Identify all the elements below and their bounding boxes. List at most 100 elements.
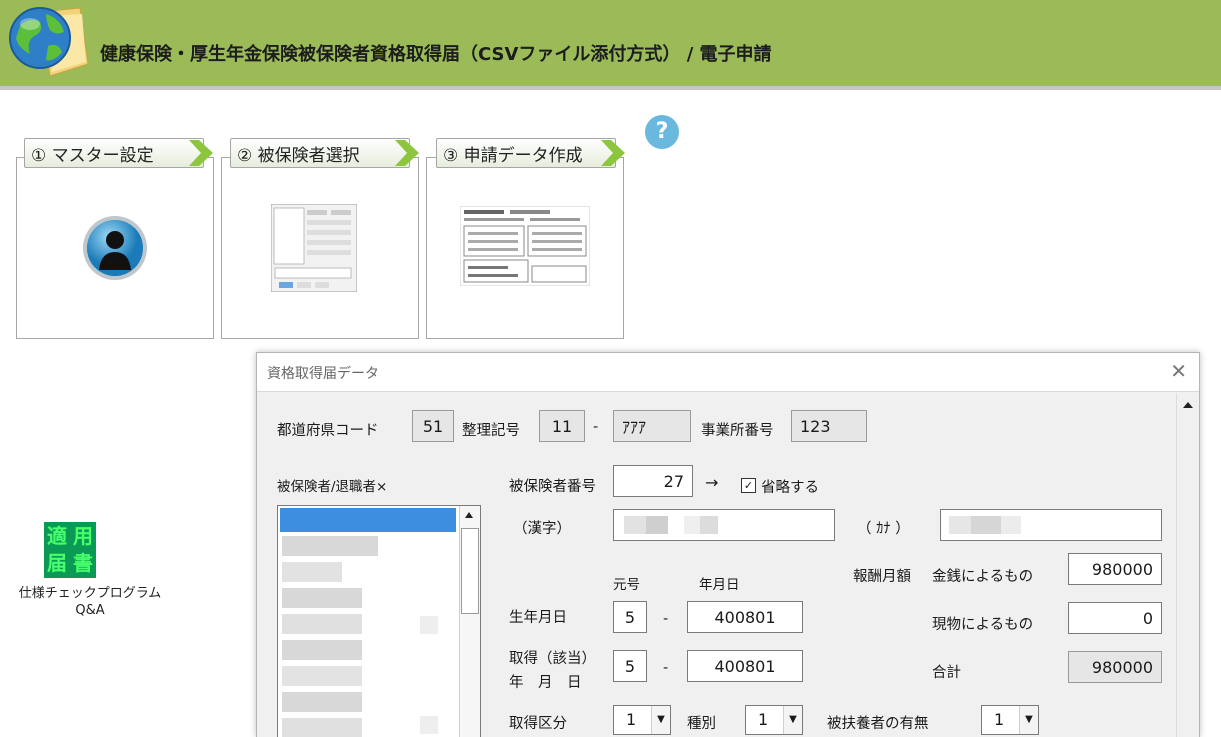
list-item-selected[interactable]	[280, 508, 456, 532]
page-title: 健康保険・厚生年金保険被保険者資格取得届（CSVファイル添付方式） / 電子申請	[100, 44, 772, 65]
birth-era-input[interactable]: 5	[613, 601, 647, 633]
omit-checkbox[interactable]: ✓	[741, 478, 756, 493]
help-icon[interactable]: ?	[645, 115, 679, 149]
birth-dash: -	[663, 611, 669, 627]
step-create-application-panel[interactable]	[426, 157, 624, 339]
user-silhouette-icon	[83, 216, 147, 280]
window-thumbnail-icon	[271, 204, 357, 292]
redacted-text	[646, 516, 668, 534]
tab-create-application-label: ③ 申請データ作成	[443, 145, 583, 166]
type-label: 種別	[687, 716, 716, 732]
acquisition-class-value: 1	[626, 710, 637, 729]
chevron-right-icon	[601, 140, 625, 166]
redacted-text	[949, 516, 971, 534]
redacted-text	[624, 516, 646, 534]
list-item[interactable]	[282, 614, 362, 634]
chevron-right-icon	[189, 140, 213, 166]
list-item[interactable]	[282, 536, 378, 556]
money-input[interactable]: 980000	[1068, 553, 1162, 585]
insured-number-label: 被保険者番号	[509, 479, 596, 495]
spec-check-program-label[interactable]: 仕様チェックプログラム Q&A	[0, 585, 180, 619]
money-label: 金銭によるもの	[932, 569, 1034, 585]
list-item[interactable]	[282, 562, 342, 582]
chevron-down-icon[interactable]: ▼	[651, 706, 670, 734]
acquisition-dash: -	[663, 660, 669, 676]
dependent-value: 1	[994, 710, 1005, 729]
acquisition-class-select[interactable]: 1 ▼	[613, 705, 671, 735]
acquisition-class-label: 取得区分	[509, 716, 567, 732]
list-item[interactable]	[282, 588, 362, 608]
acquisition-date-input[interactable]: 400801	[687, 650, 803, 682]
scroll-up-icon[interactable]	[1180, 397, 1196, 413]
step-master-settings-panel[interactable]	[16, 157, 214, 339]
icon-char: 届	[47, 551, 67, 575]
form-document-icon	[460, 206, 590, 286]
era-header: 元号	[613, 577, 640, 593]
scroll-up-icon[interactable]	[462, 508, 476, 522]
prefecture-code-label: 都道府県コード	[277, 423, 379, 439]
redacted-text	[700, 516, 718, 534]
kana-label: （ ｶﾅ ）	[857, 521, 910, 537]
seiri-symbol-field-1: 11	[539, 410, 585, 442]
acquisition-era-input[interactable]: 5	[613, 650, 647, 682]
chevron-down-icon[interactable]: ▼	[1019, 706, 1038, 734]
close-icon[interactable]: ✕	[1170, 359, 1187, 383]
dialog-titlebar[interactable]: 資格取得届データ ✕	[257, 353, 1199, 392]
list-scrollbar[interactable]	[459, 506, 480, 737]
seiri-dash: -	[593, 419, 599, 435]
qualification-data-dialog: 資格取得届データ ✕ 都道府県コード 51 整理記号 11 - ｱｱｱ 事業所番…	[256, 352, 1200, 737]
list-item-detail	[420, 716, 438, 734]
date-header: 年月日	[699, 577, 740, 593]
globe-folder-icon	[9, 7, 89, 77]
total-field: 980000	[1068, 651, 1162, 683]
spec-check-label-line1: 仕様チェックプログラム	[18, 586, 162, 601]
birthdate-label: 生年月日	[509, 610, 567, 626]
office-number-field: 123	[791, 410, 867, 442]
dependent-select[interactable]: 1 ▼	[981, 705, 1039, 735]
step-select-insured-panel[interactable]	[221, 157, 419, 339]
list-scroll-thumb[interactable]	[461, 528, 479, 614]
chevron-right-icon	[395, 140, 419, 166]
dialog-title: 資格取得届データ	[267, 366, 379, 382]
icon-char: 用	[73, 524, 93, 548]
list-item[interactable]	[282, 692, 362, 712]
redacted-text	[971, 516, 1001, 534]
chevron-down-icon[interactable]: ▼	[783, 706, 802, 734]
list-item-detail	[420, 616, 438, 634]
type-select[interactable]: 1 ▼	[745, 705, 803, 735]
kanji-name-input[interactable]	[613, 509, 835, 541]
insured-number-input[interactable]: 27	[613, 465, 693, 497]
list-item[interactable]	[282, 666, 362, 686]
list-item[interactable]	[282, 718, 362, 737]
insured-list-label: 被保険者/退職者×	[277, 479, 388, 495]
seiri-symbol-field-2: ｱｱｱ	[613, 410, 691, 442]
dependent-label: 被扶養者の有無	[827, 716, 929, 732]
acquisition-date-label-line1: 取得（該当）	[509, 651, 596, 667]
omit-checkbox-label: 省略する	[761, 480, 819, 496]
dialog-scrollbar[interactable]	[1176, 393, 1199, 737]
list-item[interactable]	[282, 640, 362, 660]
inkind-input[interactable]: 0	[1068, 602, 1162, 634]
prefecture-code-field: 51	[412, 410, 454, 442]
redacted-text	[1001, 516, 1021, 534]
seiri-symbol-label: 整理記号	[462, 423, 520, 439]
kana-name-input[interactable]	[940, 509, 1162, 541]
birthdate-input[interactable]: 400801	[687, 601, 803, 633]
tab-create-application[interactable]: ③ 申請データ作成	[436, 138, 625, 168]
icon-char: 書	[73, 551, 93, 575]
type-value: 1	[758, 710, 769, 729]
tab-master-settings-label: ① マスター設定	[31, 145, 154, 166]
total-label: 合計	[932, 665, 961, 681]
spec-check-label-line2: Q&A	[75, 603, 105, 618]
spec-check-program-icon[interactable]: 適 用 届 書	[44, 522, 96, 578]
kanji-label: （漢字）	[513, 521, 571, 537]
icon-char: 適	[47, 524, 67, 548]
acquisition-date-label-line2: 年 月 日	[509, 675, 582, 691]
tab-master-settings[interactable]: ① マスター設定	[24, 138, 213, 168]
header-divider	[0, 86, 1221, 90]
tab-select-insured[interactable]: ② 被保険者選択	[230, 138, 419, 168]
office-number-label: 事業所番号	[701, 423, 774, 439]
reward-label: 報酬月額	[853, 569, 911, 585]
inkind-label: 現物によるもの	[932, 617, 1034, 633]
insured-listbox[interactable]	[277, 505, 481, 737]
